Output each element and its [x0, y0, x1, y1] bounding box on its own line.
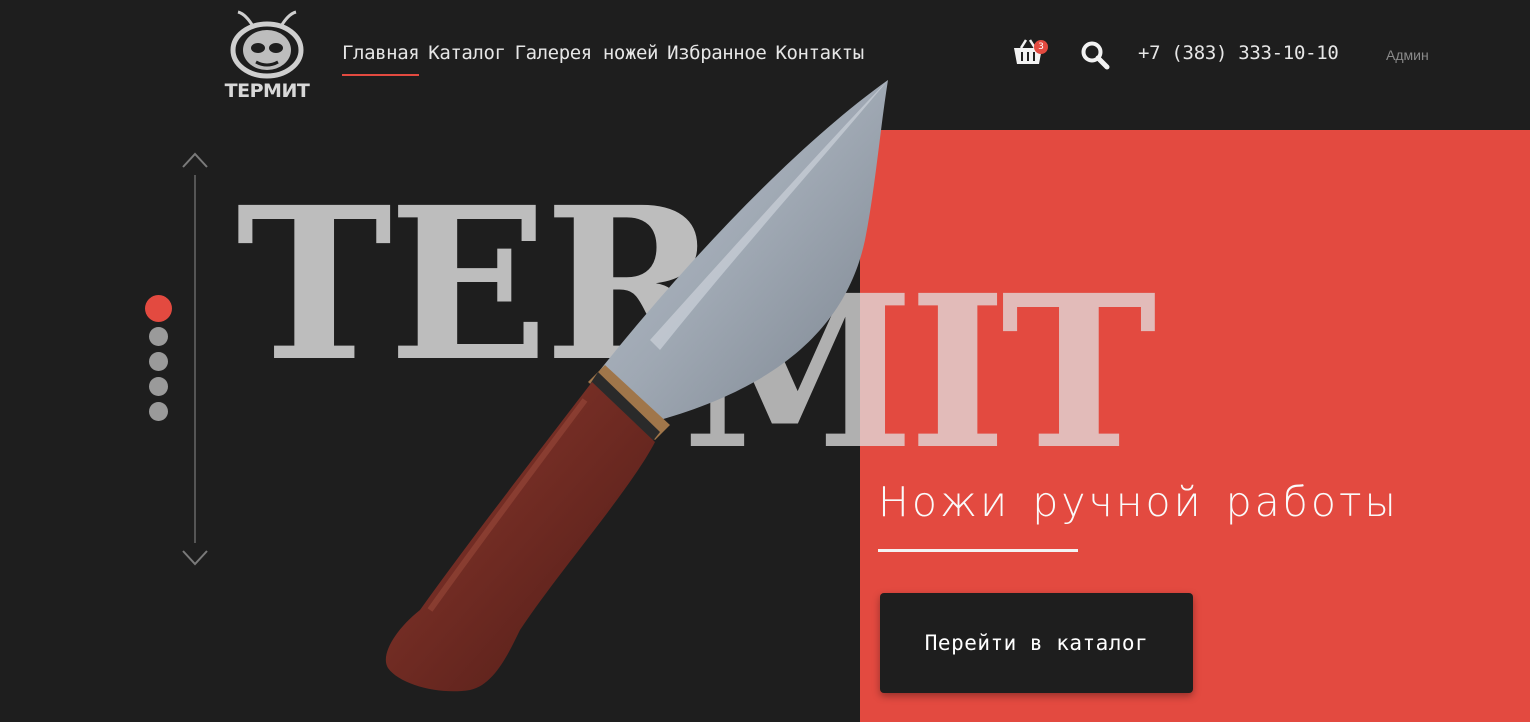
slide-dot-1[interactable] — [145, 295, 172, 322]
slider-down-arrow-icon[interactable] — [180, 548, 210, 568]
admin-link[interactable]: Админ — [1386, 47, 1429, 63]
slide-dot-4[interactable] — [149, 377, 168, 396]
nav-item-catalog[interactable]: Каталог — [428, 42, 506, 76]
termite-logo-icon — [230, 10, 304, 79]
nav-item-gallery[interactable]: Галерея ножей — [515, 42, 659, 76]
brand-logo[interactable]: ТЕРМИТ — [218, 8, 316, 102]
brand-logo-text: ТЕРМИТ — [224, 80, 310, 102]
slide-dot-2[interactable] — [149, 327, 168, 346]
tagline-underline — [878, 549, 1078, 552]
main-nav: Главная Каталог Галерея ножей Избранное … — [342, 42, 864, 76]
phone-number[interactable]: +7 (383) 333-10-10 — [1138, 42, 1339, 64]
nav-item-home[interactable]: Главная — [342, 42, 420, 76]
go-to-catalog-button[interactable]: Перейти в каталог — [880, 593, 1193, 693]
slide-dot-5[interactable] — [149, 402, 168, 421]
slider-track — [194, 175, 196, 543]
hero-tagline: Ножи ручной работы — [878, 478, 1399, 526]
nav-item-contacts[interactable]: Контакты — [775, 42, 864, 76]
nav-item-favorites[interactable]: Избранное — [667, 42, 767, 76]
search-icon[interactable] — [1080, 40, 1110, 70]
knife-image — [385, 80, 888, 692]
slider-up-arrow-icon[interactable] — [180, 150, 210, 170]
slide-dot-3[interactable] — [149, 352, 168, 371]
cart-count-badge: 3 — [1034, 40, 1048, 54]
